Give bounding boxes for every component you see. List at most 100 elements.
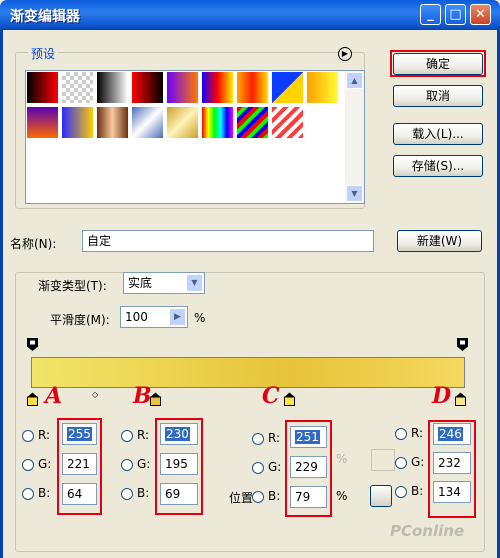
opacity-stop-right[interactable]: [457, 338, 468, 351]
minimize-icon: _: [427, 7, 434, 22]
stop-c-g-input[interactable]: 229: [290, 456, 327, 478]
preset-swatch[interactable]: [26, 106, 59, 139]
stop-a-radio-b[interactable]: [22, 488, 34, 500]
new-button[interactable]: 新建(W): [397, 230, 482, 252]
preset-swatch[interactable]: [236, 71, 269, 104]
chevron-right-icon[interactable]: ▶: [169, 308, 186, 326]
smoothness-label: 平滑度(M):: [50, 313, 110, 327]
preset-swatch[interactable]: [271, 71, 304, 104]
stop-b-label-r: R:: [137, 428, 150, 442]
minimize-button[interactable]: _: [420, 4, 441, 25]
stop-d-b-input[interactable]: 134: [433, 481, 471, 503]
stop-b-r-input[interactable]: 230: [160, 423, 198, 445]
preset-swatch[interactable]: [131, 106, 164, 139]
stop-d-label-g: G:: [411, 455, 425, 469]
color-swatch-disabled: [371, 449, 395, 471]
stop-c-radio-b[interactable]: [252, 491, 264, 503]
stop-d-r-input[interactable]: 246: [433, 423, 471, 445]
load-button[interactable]: 载入(L)...: [393, 123, 483, 145]
color-stop-d[interactable]: [455, 392, 466, 406]
presets-label: 预设: [28, 45, 59, 62]
stop-d-label-b: B:: [411, 484, 424, 498]
preset-swatch[interactable]: [306, 71, 339, 104]
stop-a-radio-g[interactable]: [22, 459, 34, 471]
stop-b-b-input[interactable]: 69: [160, 483, 198, 505]
annotation-d: D: [432, 383, 452, 409]
preset-swatch[interactable]: [96, 71, 129, 104]
smoothness-value: 100: [125, 310, 148, 324]
window-title: 渐变编辑器: [10, 9, 80, 25]
stop-d-g-input[interactable]: 232: [433, 452, 471, 474]
maximize-icon: □: [449, 7, 462, 22]
stop-b-label-b: B:: [137, 486, 150, 500]
close-icon: ✕: [475, 7, 486, 22]
preset-swatch[interactable]: [236, 106, 269, 139]
annotation-a: A: [45, 383, 63, 409]
close-button[interactable]: ✕: [470, 4, 491, 25]
preset-swatch[interactable]: [61, 71, 94, 104]
preset-swatches: [26, 71, 344, 203]
ok-button[interactable]: 确定: [393, 53, 483, 75]
stop-a-label-g: G:: [38, 457, 52, 471]
smoothness-input[interactable]: 100 ▶: [120, 306, 188, 328]
stop-a-label-r: R:: [38, 428, 51, 442]
stop-d-label-r: R:: [411, 426, 424, 440]
preset-swatch[interactable]: [61, 106, 94, 139]
watermark-logo: PConline: [390, 522, 465, 540]
scroll-up-icon[interactable]: ▲: [346, 72, 363, 89]
smoothness-unit: %: [194, 311, 206, 325]
stop-b-radio-r[interactable]: [121, 430, 133, 442]
stop-c-radio-r[interactable]: [252, 433, 264, 445]
preset-swatch[interactable]: [166, 71, 199, 104]
preset-swatch[interactable]: [26, 71, 59, 104]
circle-arrow-right-icon[interactable]: ▶: [338, 47, 352, 61]
save-button[interactable]: 存储(S)...: [393, 155, 483, 177]
stop-a-r-value: 255: [67, 427, 92, 441]
stop-c-radio-g[interactable]: [252, 462, 264, 474]
cancel-button[interactable]: 取消: [393, 85, 483, 107]
stop-c-label-g: G:: [268, 460, 282, 474]
gradient-type-label: 渐变类型(T):: [36, 277, 109, 294]
preset-swatch[interactable]: [166, 106, 199, 139]
delete-button[interactable]: [370, 485, 392, 507]
stop-a-g-input[interactable]: 221: [62, 453, 97, 475]
gradient-preview-bar[interactable]: [31, 357, 465, 388]
preset-swatch[interactable]: [271, 106, 304, 139]
gradient-type-select[interactable]: 实底 ▼: [123, 272, 205, 294]
stop-d-radio-r[interactable]: [395, 428, 407, 440]
stop-c-label-b: B:: [268, 489, 281, 503]
name-label: 名称(N):: [10, 237, 57, 251]
color-stop-a[interactable]: [27, 392, 38, 406]
stop-b-g-input[interactable]: 195: [160, 453, 198, 475]
stop-b-radio-g[interactable]: [121, 459, 133, 471]
annotation-b: B: [133, 383, 152, 409]
preset-swatch[interactable]: [96, 106, 129, 139]
location-percent-disabled: %: [336, 452, 348, 466]
stop-c-r-input[interactable]: 251: [290, 426, 327, 448]
stop-d-radio-g[interactable]: [395, 457, 407, 469]
preset-swatch[interactable]: [201, 106, 234, 139]
midpoint-diamond-icon[interactable]: ◇: [92, 390, 98, 399]
position-label: 位置: [229, 491, 254, 505]
chevron-down-icon[interactable]: ▼: [186, 274, 203, 292]
annotation-c: C: [262, 383, 280, 409]
preset-swatch[interactable]: [131, 71, 164, 104]
stop-a-label-b: B:: [38, 486, 51, 500]
stop-a-b-input[interactable]: 64: [62, 483, 97, 505]
stop-b-radio-b[interactable]: [121, 488, 133, 500]
stop-d-r-value: 246: [438, 427, 463, 441]
stop-a-r-input[interactable]: 255: [62, 423, 97, 445]
preset-swatch[interactable]: [201, 71, 234, 104]
opacity-stop-left[interactable]: [27, 338, 38, 351]
stop-c-b-input[interactable]: 79: [290, 486, 327, 508]
color-stop-c[interactable]: [284, 392, 295, 406]
stop-c-r-value: 251: [295, 430, 320, 444]
stop-a-radio-r[interactable]: [22, 430, 34, 442]
gradient-type-value: 实底: [128, 276, 153, 290]
preset-scrollbar[interactable]: ▲ ▼: [345, 71, 364, 203]
scroll-down-icon[interactable]: ▼: [346, 185, 363, 202]
stop-b-label-g: G:: [137, 457, 151, 471]
maximize-button[interactable]: □: [445, 4, 466, 25]
stop-d-radio-b[interactable]: [395, 486, 407, 498]
name-input[interactable]: 自定: [82, 230, 374, 252]
